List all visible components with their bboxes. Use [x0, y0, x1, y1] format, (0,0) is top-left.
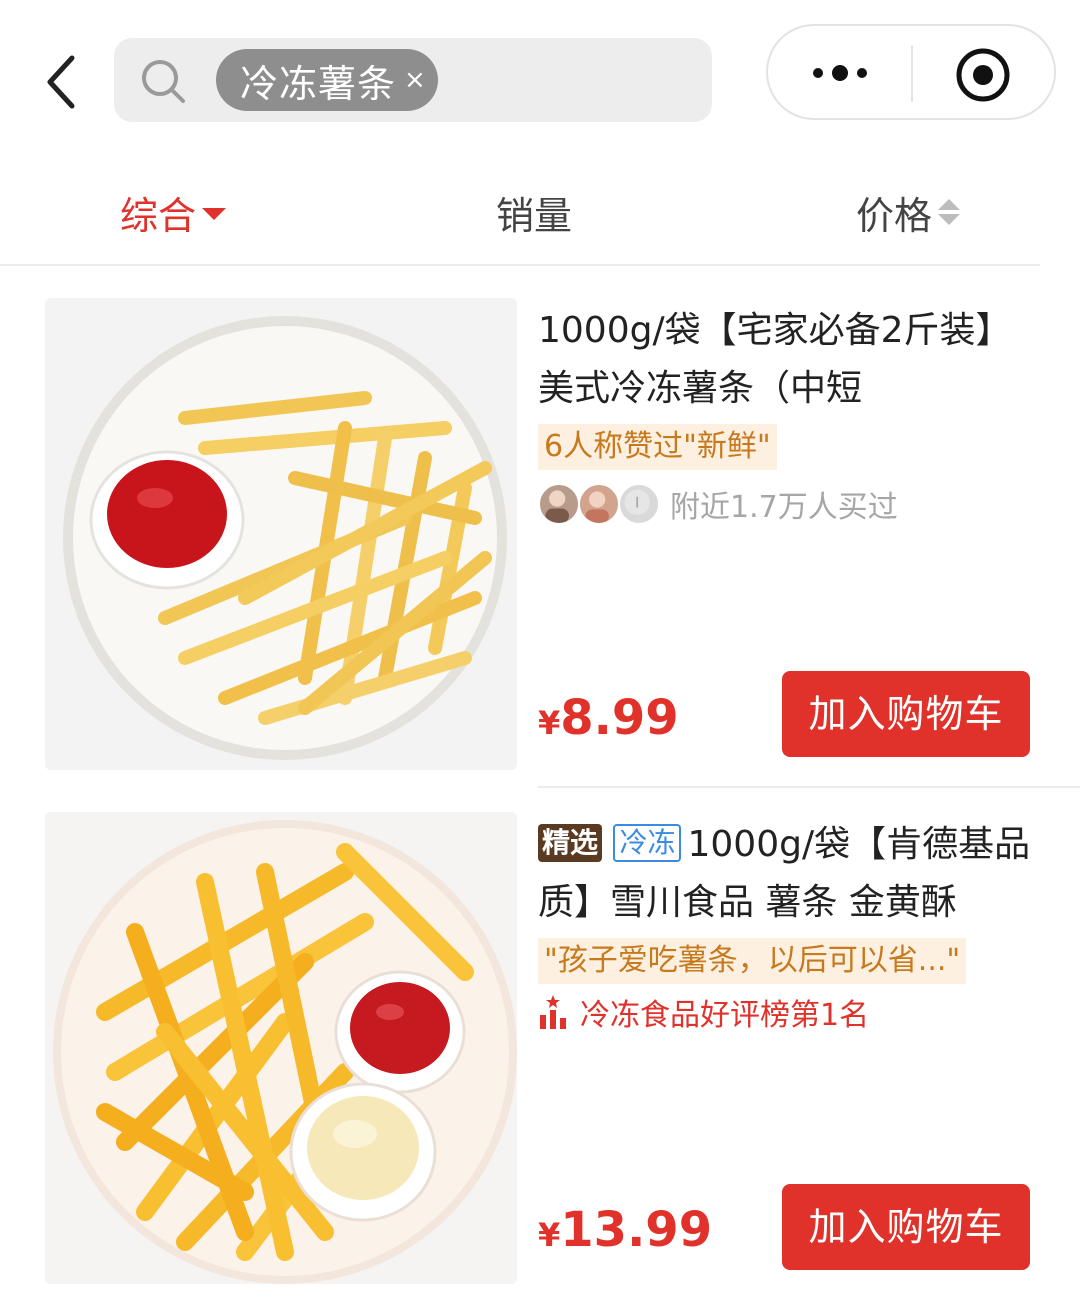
tab-comprehensive-label: 综合: [120, 193, 197, 238]
search-chip[interactable]: 冷冻薯条 ×: [216, 49, 438, 111]
card-divider: [538, 786, 1080, 788]
tab-sales-label: 销量: [496, 193, 573, 238]
ranking-chart-icon: [540, 995, 566, 1029]
price-symbol: ¥: [538, 1216, 561, 1254]
tag-frozen: 冷冻: [613, 824, 682, 862]
product-image[interactable]: [45, 298, 517, 770]
tag-choice: 精选: [538, 824, 603, 862]
price-value: 8.99: [560, 690, 679, 746]
avatar: [618, 483, 660, 525]
buyers-row: 附近1.7万人买过: [538, 480, 1038, 528]
price-value: 13.99: [560, 1202, 713, 1258]
tab-comprehensive[interactable]: 综合: [120, 184, 227, 240]
tab-price-label: 价格: [856, 193, 933, 238]
review-quote: "孩子爱吃薯条，以后可以省...": [538, 938, 967, 984]
avatar: [538, 483, 580, 525]
sort-arrows-icon: [938, 199, 961, 225]
top-bar: 冷冻薯条 ×: [0, 0, 1080, 150]
product-title-text: 1000g/袋【肯德基品质】雪川食品 薯条 金黄酥: [538, 824, 1031, 923]
mini-program-capsule: [766, 24, 1056, 120]
product-title[interactable]: 精选 冷冻 1000g/袋【肯德基品质】雪川食品 薯条 金黄酥: [538, 816, 1038, 932]
product-card[interactable]: 1000g/袋【宅家必备2斤装】美式冷冻薯条（中短 6人称赞过"新鲜" 附近1.…: [0, 298, 1080, 770]
rank-row[interactable]: 冷冻食品好评榜第1名: [538, 990, 1038, 1034]
add-to-cart-button[interactable]: 加入购物车: [782, 671, 1030, 757]
back-button[interactable]: [38, 50, 88, 114]
chevron-left-icon: [47, 55, 75, 109]
caret-down-icon: [202, 208, 227, 220]
praise-badge: 6人称赞过"新鲜": [538, 424, 777, 470]
tab-price[interactable]: 价格: [856, 184, 961, 240]
product-image[interactable]: [45, 812, 517, 1284]
sort-bar: 综合 销量 价格: [0, 160, 1040, 266]
rank-label: 冷冻食品好评榜第1名: [580, 998, 870, 1033]
tab-sales[interactable]: 销量: [496, 184, 572, 240]
buyers-count: 附近1.7万人买过: [670, 490, 898, 525]
add-to-cart-button[interactable]: 加入购物车: [782, 1184, 1030, 1270]
product-price: ¥13.99: [538, 1202, 712, 1258]
fries-plate-image: [45, 298, 517, 770]
more-icon[interactable]: [808, 58, 872, 88]
product-title[interactable]: 1000g/袋【宅家必备2斤装】美式冷冻薯条（中短: [538, 302, 1038, 418]
chip-close-icon[interactable]: ×: [404, 67, 426, 93]
product-info: 1000g/袋【宅家必备2斤装】美式冷冻薯条（中短 6人称赞过"新鲜" 附近1.…: [538, 302, 1038, 528]
fries-plate-image: [45, 812, 517, 1284]
avatar: [578, 483, 620, 525]
product-info: 精选 冷冻 1000g/袋【肯德基品质】雪川食品 薯条 金黄酥 "孩子爱吃薯条，以…: [538, 816, 1038, 1034]
search-box[interactable]: 冷冻薯条 ×: [114, 38, 712, 122]
search-icon: [142, 60, 185, 103]
close-target-icon[interactable]: [954, 46, 1012, 104]
product-price: ¥8.99: [538, 690, 679, 746]
search-chip-label: 冷冻薯条: [240, 61, 397, 106]
capsule-divider: [911, 46, 913, 102]
product-card[interactable]: 精选 冷冻 1000g/袋【肯德基品质】雪川食品 薯条 金黄酥 "孩子爱吃薯条，以…: [0, 812, 1080, 1284]
price-symbol: ¥: [538, 704, 561, 742]
